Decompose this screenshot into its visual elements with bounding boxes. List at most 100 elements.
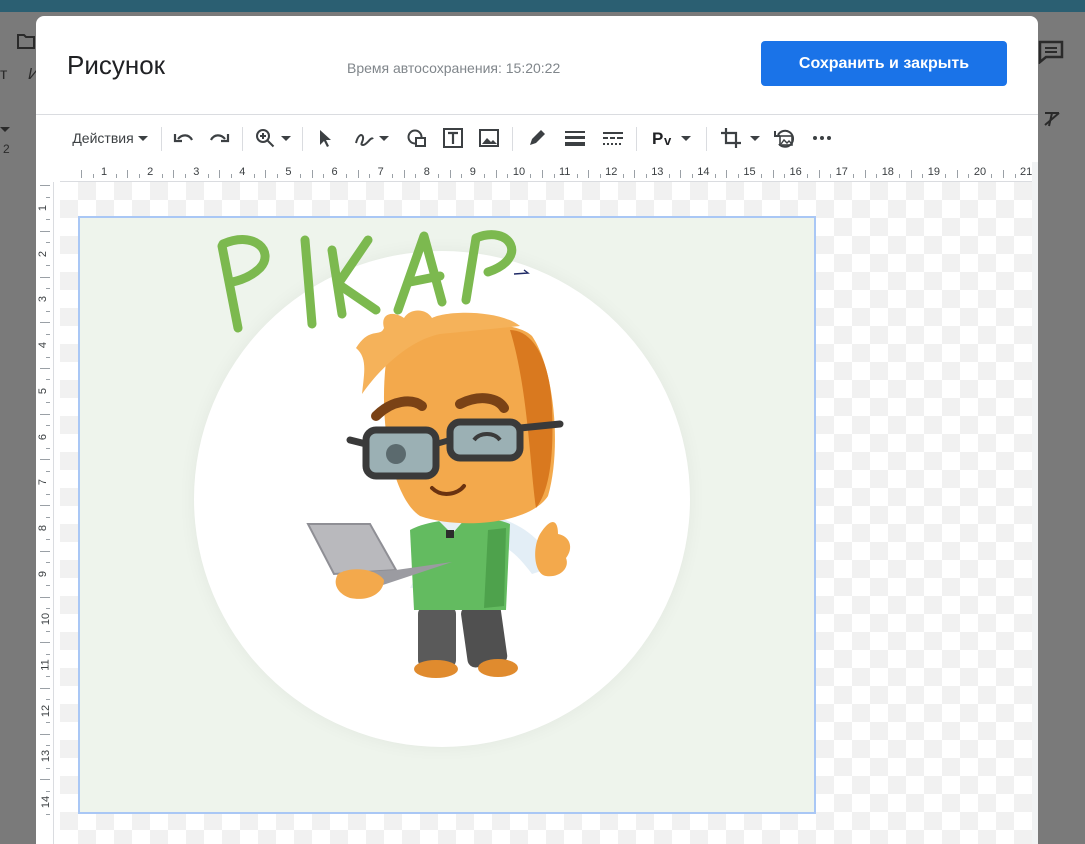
ruler-tick (40, 733, 50, 735)
ruler-number: 4 (37, 342, 50, 349)
ruler-tick (46, 790, 50, 792)
ruler-tick (40, 230, 50, 232)
ruler-number: 9 (37, 570, 50, 577)
redo-button[interactable] (206, 125, 232, 151)
ruler-tick (392, 174, 394, 178)
ruler-tick (276, 174, 278, 178)
ruler-tick (46, 196, 50, 198)
ruler-tick (46, 470, 50, 472)
ruler-tick (46, 288, 50, 289)
crop-button[interactable] (716, 125, 764, 151)
undo-icon (173, 134, 193, 143)
word-art-button[interactable]: Pv (646, 125, 696, 151)
toolbar-divider (706, 127, 707, 151)
ruler-number: 2 (37, 250, 50, 257)
ruler-tick (46, 219, 50, 221)
ruler-number: 3 (37, 296, 50, 303)
vertical-ruler[interactable]: 1 2 3 4 5 6 7 8 9 10 11 12 13 14 (36, 182, 54, 844)
ruler-tick (772, 170, 774, 178)
ruler-tick (714, 174, 716, 178)
ruler-tick (219, 170, 221, 178)
pen-color-button[interactable] (524, 125, 550, 151)
line-tool-button[interactable] (348, 125, 394, 151)
chevron-down-icon (379, 135, 389, 141)
drawing-canvas-area[interactable]: 1 2 3 4 5 6 7 8 9 10 11 12 13 14 15 16 17 18 19 20 21 123456… (36, 162, 1038, 844)
ruler-number: 12 (605, 166, 618, 178)
chevron-down-icon (137, 135, 148, 141)
drawing-toolbar: Действия P v (36, 114, 1038, 162)
ruler-number: 2 (147, 166, 154, 178)
line-icon (355, 134, 374, 147)
ruler-tick (40, 642, 50, 644)
ruler-number: 13 (40, 750, 53, 763)
ruler-tick (46, 722, 50, 724)
comment-icon (1038, 40, 1064, 64)
ruler-number: 11 (559, 166, 571, 178)
ruler-tick (369, 174, 371, 178)
ruler-number: 6 (331, 166, 338, 178)
ruler-tick (726, 170, 728, 178)
undo-button[interactable] (171, 125, 197, 151)
zoom-button[interactable] (252, 125, 294, 151)
ruler-tick (530, 174, 532, 178)
ruler-tick (46, 265, 50, 267)
line-weight-button[interactable] (560, 125, 590, 151)
image-tool-button[interactable] (476, 125, 502, 151)
ruler-tick (46, 425, 50, 427)
ruler-tick (945, 174, 947, 178)
ruler-tick (553, 174, 555, 178)
ruler-tick (81, 170, 82, 178)
ruler-number: 19 (927, 166, 941, 178)
horizontal-ruler[interactable]: 1 2 3 4 5 6 7 8 9 10 11 12 13 14 15 16 17 18 19 20 21 (60, 164, 1038, 182)
ruler-tick (46, 585, 50, 586)
ruler-number: 8 (37, 524, 50, 531)
canvas-scroll-track[interactable] (1032, 162, 1038, 844)
ruler-tick (173, 170, 175, 178)
ruler-tick (542, 170, 543, 178)
ruler-number: 1 (37, 204, 50, 212)
ruler-tick (40, 596, 50, 598)
more-icon (813, 136, 831, 140)
ruler-tick (46, 813, 50, 815)
ruler-tick (507, 174, 509, 178)
ruler-number: 14 (40, 795, 53, 809)
ruler-tick (461, 174, 463, 178)
ruler-number: 15 (743, 166, 756, 178)
chevron-down-icon (281, 135, 291, 141)
ruler-tick (853, 174, 855, 178)
ruler-tick (46, 676, 50, 678)
ruler-number: 10 (512, 166, 526, 178)
redo-icon (210, 134, 230, 143)
shape-tool-button[interactable] (404, 125, 430, 151)
background-menu-fragment: т (0, 66, 8, 83)
ruler-tick (46, 767, 50, 769)
ruler-tick (138, 174, 140, 178)
drawing-svg (217, 230, 571, 678)
save-and-close-button[interactable]: Сохранить и закрыть (761, 41, 1007, 86)
select-tool-button[interactable] (312, 125, 338, 151)
ruler-tick (899, 174, 901, 178)
ruler-tick (876, 174, 878, 178)
ruler-tick (449, 170, 451, 178)
more-options-button[interactable] (808, 125, 836, 151)
toolbar-divider (242, 127, 243, 151)
ruler-number: 8 (423, 166, 430, 178)
ruler-tick (910, 170, 912, 178)
actions-menu-button[interactable]: Действия (66, 125, 154, 151)
line-dash-button[interactable] (598, 125, 628, 151)
ruler-tick (991, 174, 993, 178)
background-topbar (0, 0, 1085, 12)
ruler-tick (184, 174, 186, 178)
textbox-icon (443, 128, 463, 148)
ruler-tick (46, 516, 50, 518)
line-weight-icon (565, 131, 585, 146)
ruler-tick (230, 174, 232, 178)
reset-image-button[interactable] (772, 125, 800, 151)
ruler-tick (403, 170, 405, 178)
ruler-number: 21 (1020, 166, 1033, 178)
textbox-tool-button[interactable] (440, 125, 466, 151)
drawing-picture[interactable] (78, 216, 816, 814)
ruler-tick (818, 170, 820, 178)
autosave-status: Время автосохранения: 15:20:22 (347, 60, 561, 76)
actions-menu-label: Действия (72, 130, 134, 146)
